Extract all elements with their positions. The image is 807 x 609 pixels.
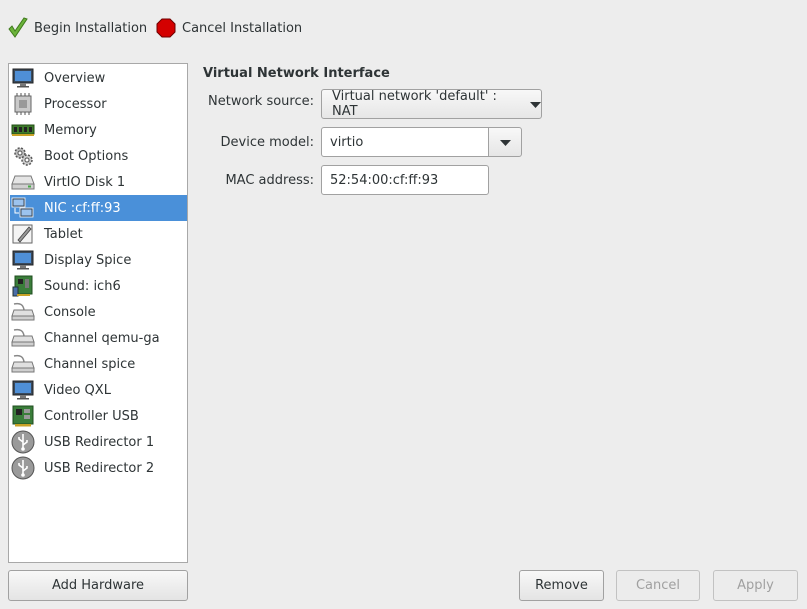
monitor-icon	[10, 248, 36, 272]
hardware-item-memory[interactable]: Memory	[10, 117, 187, 143]
controller-card-icon	[10, 404, 36, 428]
usb-icon	[10, 430, 36, 454]
hardware-item-nic[interactable]: NIC :cf:ff:93	[10, 195, 187, 221]
cancel-button[interactable]: Cancel	[616, 570, 700, 601]
stop-icon	[156, 18, 176, 38]
checkmark-icon	[8, 17, 28, 39]
usb-icon	[10, 456, 36, 480]
mac-address-label: MAC address:	[225, 173, 314, 188]
serial-icon	[10, 352, 36, 376]
cancel-installation-label: Cancel Installation	[182, 20, 303, 36]
mac-address-input[interactable]: 52:54:00:cf:ff:93	[321, 165, 489, 195]
hardware-item-controller-usb[interactable]: Controller USB	[10, 403, 187, 429]
begin-installation-label: Begin Installation	[34, 20, 148, 36]
hardware-item-tablet[interactable]: Tablet	[10, 221, 187, 247]
device-model-label: Device model:	[220, 135, 314, 150]
toolbar: Begin Installation Cancel Installation	[0, 0, 807, 58]
tablet-icon	[10, 222, 36, 246]
apply-button[interactable]: Apply	[713, 570, 798, 601]
hardware-item-display-spice[interactable]: Display Spice	[10, 247, 187, 273]
hardware-item-processor[interactable]: Processor	[10, 91, 187, 117]
remove-button[interactable]: Remove	[519, 570, 604, 601]
cpu-icon	[10, 92, 36, 116]
network-source-value: Virtual network 'default' : NAT	[332, 89, 497, 119]
hardware-item-usb-redirector-1[interactable]: USB Redirector 1	[10, 429, 187, 455]
gears-icon	[10, 144, 36, 168]
serial-icon	[10, 326, 36, 350]
hardware-item-channel-qemu-ga[interactable]: Channel qemu-ga	[10, 325, 187, 351]
add-hardware-button[interactable]: Add Hardware	[8, 570, 188, 601]
begin-installation-button[interactable]: Begin Installation	[8, 14, 147, 42]
network-source-dropdown[interactable]: Virtual network 'default' : NAT	[321, 89, 542, 119]
network-icon	[10, 196, 36, 220]
dropdown-arrow-icon	[530, 97, 541, 112]
device-model-input[interactable]: virtio	[321, 127, 489, 157]
monitor-icon	[10, 66, 36, 90]
hardware-item-console[interactable]: Console	[10, 299, 187, 325]
cancel-installation-button[interactable]: Cancel Installation	[156, 14, 302, 42]
serial-icon	[10, 300, 36, 324]
sound-card-icon	[10, 274, 36, 298]
hardware-item-usb-redirector-2[interactable]: USB Redirector 2	[10, 455, 187, 481]
hardware-item-sound[interactable]: Sound: ich6	[10, 273, 187, 299]
device-model-value: virtio	[330, 134, 364, 150]
network-source-label: Network source:	[208, 94, 314, 109]
hardware-item-virtio-disk-1[interactable]: VirtIO Disk 1	[10, 169, 187, 195]
hardware-list[interactable]: Overview Processor Memory Boot Options V…	[8, 63, 188, 563]
hardware-item-boot-options[interactable]: Boot Options	[10, 143, 187, 169]
disk-icon	[10, 170, 36, 194]
hardware-item-channel-spice[interactable]: Channel spice	[10, 351, 187, 377]
dropdown-arrow-icon	[499, 135, 511, 150]
mac-address-value: 52:54:00:cf:ff:93	[330, 172, 439, 188]
hardware-item-video-qxl[interactable]: Video QXL	[10, 377, 187, 403]
hardware-item-overview[interactable]: Overview	[10, 65, 187, 91]
device-model-dropdown-button[interactable]	[488, 127, 522, 157]
memory-icon	[10, 118, 36, 142]
section-title: Virtual Network Interface	[203, 66, 390, 81]
monitor-icon	[10, 378, 36, 402]
